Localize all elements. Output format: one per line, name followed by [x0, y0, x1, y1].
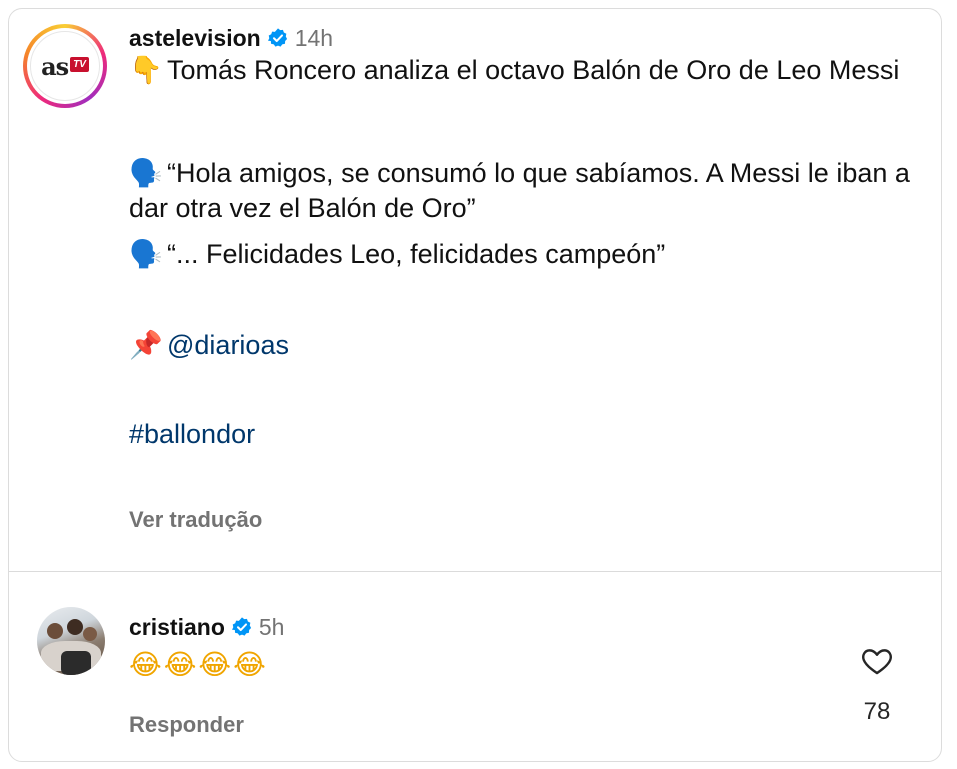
caption-quote-1-text: “Hola amigos, se consumó lo que sabíamos… — [129, 158, 910, 223]
caption-headline: 👇 Tomás Roncero analiza el octavo Balón d… — [129, 53, 919, 88]
post-timestamp: 14h — [294, 24, 334, 51]
caption-quote-2-text: “... Felicidades Leo, felicidades campeó… — [167, 239, 666, 269]
verified-badge-icon — [267, 28, 287, 47]
comment-header: cristiano 5h — [129, 612, 284, 642]
pointing-down-icon: 👇 — [129, 55, 163, 86]
hashtag-link[interactable]: #ballondor — [129, 419, 255, 449]
post-content: astelevision 14h 👇 Tomás Roncero analiza … — [129, 23, 919, 451]
instagram-comment-card: as TV astelevision 14h 👇 Tomás Roncero ana… — [8, 8, 942, 762]
post-author-username[interactable]: astelevision — [129, 25, 261, 52]
post-caption-section: as TV astelevision 14h 👇 Tomás Roncero ana… — [9, 9, 941, 571]
comment-content: cristiano 5h 😂😂😂😂 — [129, 612, 284, 682]
verified-badge-icon — [231, 617, 251, 636]
heart-outline-icon[interactable] — [859, 644, 895, 678]
caption-mention-line: 📌 @diarioas — [129, 328, 919, 363]
see-translation-button[interactable]: Ver tradução — [129, 507, 262, 533]
caption-quote-2: 🗣️ “... Felicidades Leo, felicidades camp… — [129, 237, 919, 272]
astelevision-logo: as TV — [30, 31, 100, 101]
caption-headline-text: Tomás Roncero analiza el octavo Balón de… — [167, 55, 900, 85]
caption-quote-1: 🗣️ “Hola amigos, se consumó lo que sabíam… — [129, 156, 919, 225]
comment-author-username[interactable]: cristiano — [129, 614, 225, 641]
post-header: astelevision 14h — [129, 23, 919, 53]
reply-button[interactable]: Responder — [129, 712, 244, 738]
speaking-head-icon: 🗣️ — [129, 239, 163, 270]
comment-author-avatar[interactable] — [37, 607, 105, 675]
caption-hashtag-line: #ballondor — [129, 417, 919, 451]
pushpin-icon: 📌 — [129, 330, 163, 361]
comment-item: cristiano 5h 😂😂😂😂 Responder 78 — [9, 572, 941, 761]
post-caption: 👇 Tomás Roncero analiza el octavo Balón d… — [129, 53, 919, 451]
comment-text: 😂😂😂😂 — [129, 648, 268, 681]
comment-timestamp: 5h — [258, 613, 285, 640]
logo-as-text: as — [41, 51, 69, 81]
like-count: 78 — [863, 698, 891, 724]
post-author-avatar[interactable]: as TV — [23, 24, 107, 108]
speaking-head-icon: 🗣️ — [129, 158, 163, 189]
mention-link[interactable]: @diarioas — [167, 330, 289, 360]
logo-tv-badge: TV — [70, 56, 89, 72]
